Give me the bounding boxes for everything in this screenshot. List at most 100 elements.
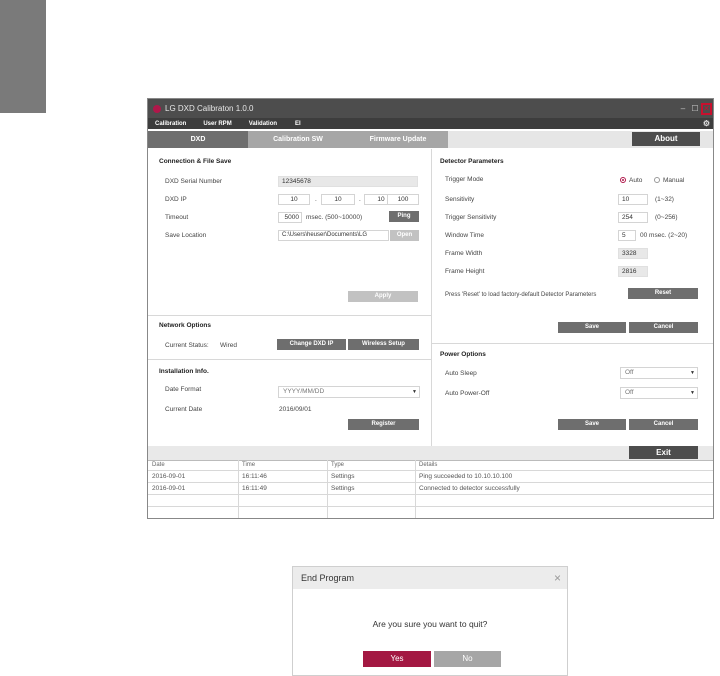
reset-note: Press 'Reset' to load factory-default De…: [445, 292, 597, 298]
ip-label: DXD IP: [165, 196, 187, 203]
event-log: Date Time Type Details 2016-09-01 16:11:…: [148, 460, 713, 518]
frame-width-field: 3328: [618, 248, 648, 259]
auto-power-off-value: Off: [625, 389, 634, 396]
detector-cancel-button[interactable]: Cancel: [629, 322, 698, 333]
detector-section-title: Detector Parameters: [440, 158, 504, 165]
date-format-placeholder: YYYY/MM/DD: [283, 388, 325, 395]
frame-height-field: 2816: [618, 266, 648, 277]
connection-section-title: Connection & File Save: [159, 158, 232, 165]
log-header-date: Date: [152, 462, 165, 468]
serial-field: 12345678: [278, 176, 418, 187]
page-tab-marker: [0, 0, 46, 113]
log-type: Settings: [331, 473, 355, 480]
chevron-down-icon: ▼: [690, 370, 695, 376]
current-status-label: Current Status:: [165, 342, 209, 349]
log-details: Connected to detector successfully: [419, 485, 520, 492]
menu-user-rpm[interactable]: User RPM: [203, 121, 231, 127]
auto-label: Auto: [629, 177, 643, 184]
about-button[interactable]: About: [632, 132, 700, 146]
date-format-select[interactable]: YYYY/MM/DD ▼: [278, 386, 420, 398]
ip-dot: .: [359, 196, 361, 203]
no-button[interactable]: No: [434, 651, 501, 667]
auto-power-off-select[interactable]: Off ▼: [620, 387, 698, 399]
timeout-unit: msec. (500~10000): [306, 214, 363, 221]
close-icon[interactable]: ×: [554, 567, 561, 589]
tab-dxd[interactable]: DXD: [148, 131, 248, 148]
menu-validation[interactable]: Validation: [249, 121, 277, 127]
register-button[interactable]: Register: [348, 419, 419, 430]
chevron-down-icon: ▼: [690, 390, 695, 396]
sensitivity-label: Sensitivity: [445, 196, 475, 203]
maximize-icon[interactable]: ☐: [689, 104, 701, 113]
log-type: Settings: [331, 485, 355, 492]
divider: [148, 494, 713, 495]
change-dxd-ip-button[interactable]: Change DXD IP: [277, 339, 346, 350]
tab-calibration-sw[interactable]: Calibration SW: [248, 131, 348, 148]
log-date: 2016-09-01: [152, 473, 186, 480]
network-section-title: Network Options: [159, 322, 212, 329]
manual-radio[interactable]: [654, 177, 660, 183]
ip-octet-1[interactable]: 10: [278, 194, 310, 205]
ping-button[interactable]: Ping: [389, 211, 419, 222]
reset-button[interactable]: Reset: [628, 288, 698, 299]
frame-height-label: Frame Height: [445, 268, 485, 275]
auto-sleep-select[interactable]: Off ▼: [620, 367, 698, 379]
column-divider: [327, 460, 328, 518]
timeout-field[interactable]: 5000: [278, 212, 302, 223]
tab-firmware-update[interactable]: Firmware Update: [348, 131, 448, 148]
tab-bar: DXD Calibration SW Firmware Update About: [148, 131, 713, 148]
auto-sleep-label: Auto Sleep: [445, 370, 477, 377]
dialog-title-bar: End Program ×: [293, 567, 567, 589]
apply-button[interactable]: Apply: [348, 291, 418, 302]
gear-icon[interactable]: ⚙: [703, 119, 710, 128]
auto-radio[interactable]: [620, 177, 626, 183]
divider: [148, 482, 713, 483]
sensitivity-field[interactable]: 10: [618, 194, 648, 205]
current-date-label: Current Date: [165, 406, 203, 413]
current-date-value: 2016/09/01: [279, 406, 312, 413]
menu-calibration[interactable]: Calibration: [155, 121, 186, 127]
log-header-type: Type: [331, 462, 345, 468]
divider: [432, 343, 713, 344]
current-status-value: Wired: [220, 342, 237, 349]
yes-button[interactable]: Yes: [363, 651, 431, 667]
auto-power-off-label: Auto Power-Off: [445, 390, 490, 397]
dialog-title: End Program: [301, 573, 355, 583]
ip-octet-4[interactable]: 100: [387, 194, 419, 205]
timeout-label: Timeout: [165, 214, 189, 221]
open-button[interactable]: Open: [390, 230, 419, 241]
exit-button[interactable]: Exit: [629, 446, 698, 459]
power-save-button[interactable]: Save: [558, 419, 626, 430]
menu-bar: Calibration User RPM Validation EI ⚙: [148, 118, 713, 129]
divider: [148, 460, 713, 461]
manual-label: Manual: [663, 177, 685, 184]
power-section-title: Power Options: [440, 351, 486, 358]
trigger-sensitivity-field[interactable]: 254: [618, 212, 648, 223]
power-cancel-button[interactable]: Cancel: [629, 419, 698, 430]
window-time-label: Window Time: [445, 232, 485, 239]
save-path-field[interactable]: C:\Users\heuser\Documents\LG: [278, 230, 389, 241]
column-divider: [238, 460, 239, 518]
divider: [148, 315, 431, 316]
wireless-setup-button[interactable]: Wireless Setup: [348, 339, 419, 350]
minimize-icon[interactable]: –: [677, 104, 689, 113]
trigger-sensitivity-label: Trigger Sensitivity: [445, 214, 497, 221]
dialog-message: Are you sure you want to quit?: [372, 619, 488, 629]
detector-save-button[interactable]: Save: [558, 322, 626, 333]
trigger-mode-label: Trigger Mode: [445, 176, 484, 183]
log-time: 16:11:49: [242, 485, 267, 492]
divider: [148, 470, 713, 471]
log-header-details: Details: [419, 462, 438, 468]
log-date: 2016-09-01: [152, 485, 186, 492]
end-program-dialog: End Program × Are you sure you want to q…: [292, 566, 568, 676]
chevron-down-icon: ▼: [412, 389, 417, 395]
column-divider: [415, 460, 416, 518]
frame-width-label: Frame Width: [445, 250, 483, 257]
menu-ei[interactable]: EI: [295, 121, 301, 127]
lg-logo-icon: [153, 104, 161, 113]
window-time-field[interactable]: 5: [618, 230, 636, 241]
ip-octet-2[interactable]: 10: [321, 194, 355, 205]
installation-section-title: Installation Info.: [159, 368, 209, 375]
close-icon[interactable]: ✕: [701, 102, 712, 115]
ip-dot: .: [315, 196, 317, 203]
